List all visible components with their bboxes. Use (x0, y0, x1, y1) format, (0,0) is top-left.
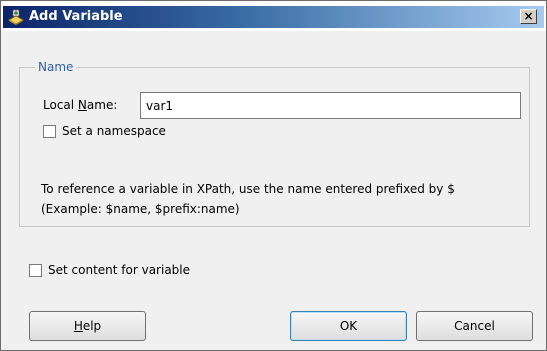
add-variable-icon (7, 8, 25, 26)
namespace-checkbox-label: Set a namespace (62, 124, 166, 138)
local-name-input[interactable] (140, 92, 521, 119)
xpath-info-line1: To reference a variable in XPath, use th… (41, 182, 455, 196)
title-bar[interactable]: Add Variable × (1, 1, 546, 31)
name-group-legend: Name (35, 59, 77, 75)
xpath-info-line2: (Example: $name, $prefix:name) (41, 202, 240, 216)
add-variable-dialog: Add Variable × Name Local Name: Set a na… (0, 0, 547, 351)
content-checkbox-row[interactable]: Set content for variable (29, 262, 190, 278)
ok-button[interactable]: OK (290, 311, 407, 341)
namespace-checkbox-row[interactable]: Set a namespace (43, 123, 166, 139)
namespace-checkbox[interactable] (43, 124, 56, 138)
close-button[interactable]: × (520, 9, 537, 24)
close-icon: × (523, 9, 534, 23)
content-checkbox[interactable] (29, 263, 42, 277)
cancel-button[interactable]: Cancel (416, 311, 533, 341)
help-button[interactable]: Help (29, 311, 146, 341)
dialog-title: Add Variable (29, 9, 123, 24)
content-checkbox-label: Set content for variable (48, 263, 191, 277)
local-name-label: Local Name: (43, 98, 118, 112)
xpath-info-text: To reference a variable in XPath, use th… (41, 179, 455, 219)
